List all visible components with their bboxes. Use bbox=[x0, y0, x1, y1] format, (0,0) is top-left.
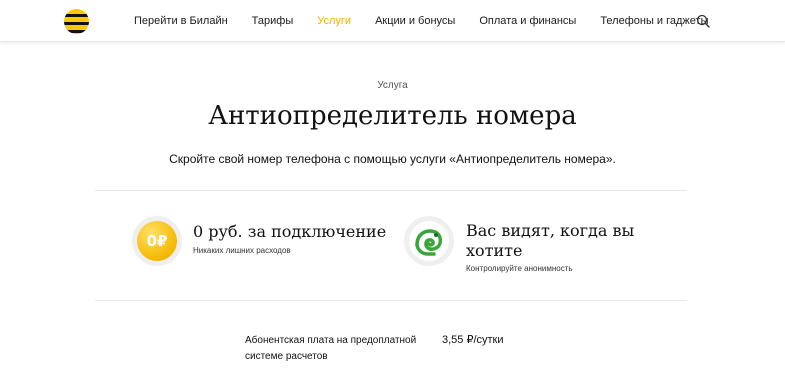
beeline-logo[interactable] bbox=[64, 9, 89, 34]
search-icon[interactable] bbox=[696, 14, 710, 28]
main-nav: Перейти в Билайн Тарифы Услуги Акции и б… bbox=[122, 0, 720, 42]
page-title: Антиопределитель номера bbox=[208, 101, 577, 131]
divider bbox=[95, 300, 687, 301]
feature-subtitle: Никаких лишних расходов bbox=[193, 246, 291, 255]
feature-free-connection: 0₽ 0 руб. за подключение Никаких лишних … bbox=[132, 216, 392, 276]
feature-title: Вас видят, когда вы хотите bbox=[466, 221, 634, 261]
feature-icon-wrap bbox=[404, 216, 454, 266]
feature-title: 0 руб. за подключение bbox=[193, 222, 387, 241]
nav-item-payment[interactable]: Оплата и финансы bbox=[479, 15, 576, 27]
feature-anonymity: Вас видят, когда вы хотите Контролируйте… bbox=[404, 216, 664, 276]
fee-label: Абонентская плата на предоплатной систем… bbox=[245, 333, 425, 365]
nav-item-go-to-beeline[interactable]: Перейти в Билайн bbox=[134, 15, 228, 27]
coin-zero-ruble-icon: 0₽ bbox=[137, 221, 177, 261]
page-subtitle: Скройте свой номер телефона с помощью ус… bbox=[169, 152, 616, 166]
nav-item-tariffs[interactable]: Тарифы bbox=[252, 15, 294, 27]
feature-title-line1: Вас видят, когда вы bbox=[466, 221, 635, 240]
nav-item-promotions[interactable]: Акции и бонусы bbox=[375, 15, 455, 27]
divider bbox=[95, 190, 687, 191]
fee-label-line2: системе расчетов bbox=[245, 351, 328, 362]
fee-value: 3,55 ₽/сутки bbox=[442, 334, 504, 346]
chameleon-icon bbox=[409, 221, 449, 261]
feature-subtitle: Контролируйте анонимность bbox=[466, 264, 573, 273]
nav-item-services[interactable]: Услуги bbox=[317, 15, 351, 27]
feature-title-line2: хотите bbox=[466, 241, 523, 260]
service-kicker: Услуга bbox=[377, 80, 408, 91]
fee-label-line1: Абонентская плата на предоплатной bbox=[245, 335, 417, 346]
feature-icon-wrap: 0₽ bbox=[132, 216, 182, 266]
nav-item-phones[interactable]: Телефоны и гаджеты bbox=[600, 15, 708, 27]
site-header: Перейти в Билайн Тарифы Услуги Акции и б… bbox=[0, 0, 785, 42]
